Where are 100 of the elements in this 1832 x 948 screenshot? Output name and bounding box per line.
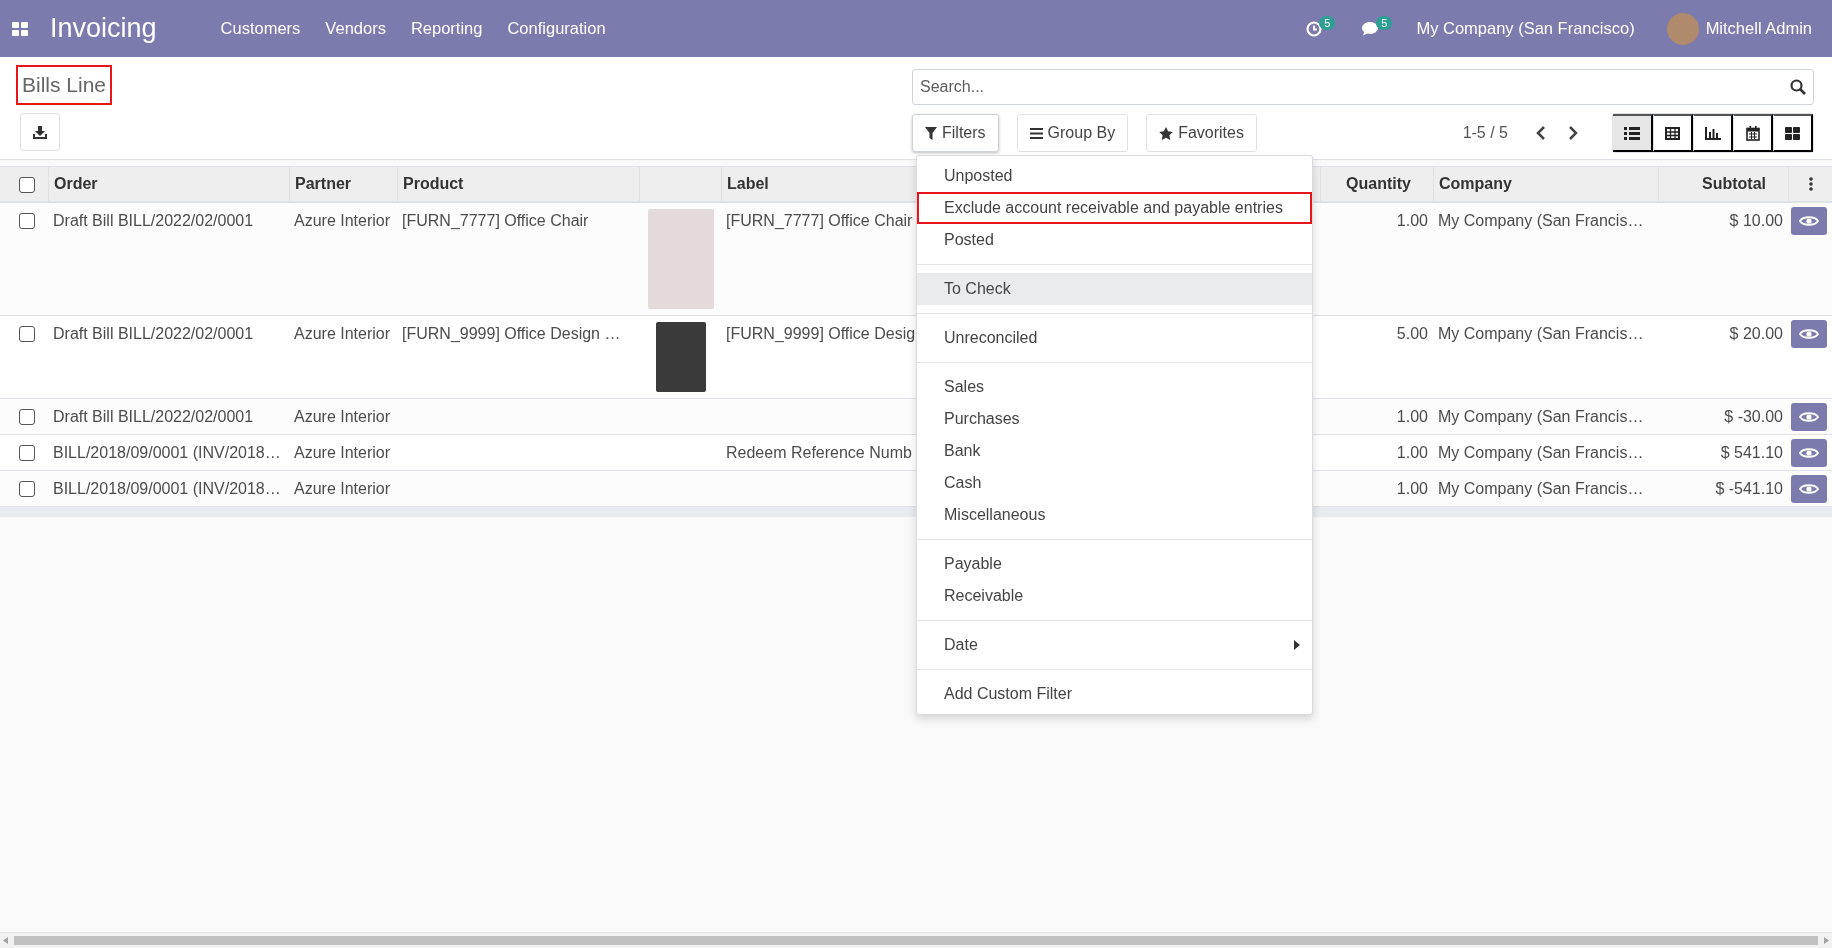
filters-button[interactable]: Filters bbox=[912, 114, 999, 152]
table-cell: Redeem Reference Numb bbox=[726, 444, 912, 461]
filter-option[interactable]: Cash bbox=[917, 467, 1312, 499]
group-by-button[interactable]: Group By bbox=[1016, 114, 1129, 152]
checkbox[interactable] bbox=[19, 481, 35, 497]
kanban-view-button[interactable] bbox=[1773, 114, 1813, 152]
table-cell: 1.00 bbox=[1396, 444, 1428, 461]
table-cell: Azure Interior bbox=[294, 325, 391, 342]
table-cell: My Company (San Francis… bbox=[1438, 212, 1644, 229]
view-button[interactable] bbox=[1791, 439, 1827, 467]
checkbox[interactable] bbox=[19, 176, 35, 193]
list-icon[interactable] bbox=[1624, 126, 1640, 140]
star-icon bbox=[1159, 126, 1174, 140]
activity-count-badge: 5 bbox=[1319, 15, 1336, 30]
company-switcher[interactable]: My Company (San Francisco) bbox=[1416, 19, 1635, 38]
chat-bubble-icon[interactable] bbox=[1361, 21, 1380, 36]
table-cell: $ 20.00 bbox=[1729, 325, 1783, 342]
table-cell: My Company (San Francis… bbox=[1438, 325, 1644, 342]
filter-option[interactable]: Bank bbox=[917, 435, 1312, 467]
table-cell: Draft Bill BILL/2022/02/0001 bbox=[53, 325, 254, 342]
previous-icon[interactable] bbox=[1536, 126, 1546, 140]
view-button[interactable] bbox=[1791, 320, 1827, 348]
column-header[interactable]: Company bbox=[1433, 167, 1658, 201]
calendar-icon[interactable] bbox=[1745, 125, 1760, 141]
eye-icon bbox=[1799, 447, 1819, 459]
eye-icon bbox=[1799, 411, 1819, 423]
checkbox[interactable] bbox=[19, 213, 35, 229]
filter-option[interactable]: Purchases bbox=[917, 403, 1312, 435]
message-count-badge: 5 bbox=[1376, 15, 1393, 30]
next-icon[interactable] bbox=[1568, 126, 1578, 140]
table-cell: [FURN_9999] Office Desig bbox=[726, 325, 916, 342]
table-cell: My Company (San Francis… bbox=[1438, 408, 1644, 425]
user-name[interactable]: Mitchell Admin bbox=[1705, 19, 1812, 38]
menu-item[interactable]: Customers bbox=[220, 19, 301, 38]
view-button[interactable] bbox=[1791, 207, 1827, 235]
table-icon[interactable] bbox=[1665, 126, 1680, 140]
filter-option[interactable]: Miscellaneous bbox=[917, 499, 1312, 531]
bars-icon bbox=[1029, 127, 1043, 139]
checkbox[interactable] bbox=[19, 326, 35, 342]
table-cell: $ 541.10 bbox=[1720, 444, 1783, 461]
list-view-button[interactable] bbox=[1613, 114, 1653, 152]
table-cell: 1.00 bbox=[1396, 480, 1428, 497]
app-title[interactable]: Invoicing bbox=[50, 13, 157, 44]
table-cell: Draft Bill BILL/2022/02/0001 bbox=[53, 408, 254, 425]
table-cell: [FURN_7777] Office Chair bbox=[402, 212, 589, 229]
view-button[interactable] bbox=[1791, 403, 1827, 431]
bar-chart-icon[interactable] bbox=[1704, 126, 1721, 140]
filter-option[interactable]: Receivable bbox=[917, 580, 1312, 612]
more-options-icon[interactable] bbox=[1808, 177, 1813, 191]
apps-grid-icon[interactable] bbox=[12, 21, 28, 36]
column-header[interactable]: Product bbox=[397, 167, 639, 201]
table-cell: My Company (San Francis… bbox=[1438, 480, 1644, 497]
favorites-button[interactable]: Favorites bbox=[1146, 114, 1257, 152]
menu-item[interactable]: Reporting bbox=[410, 19, 483, 38]
filter-option[interactable]: Posted bbox=[917, 224, 1312, 256]
pivot-view-button[interactable] bbox=[1653, 114, 1693, 152]
checkbox[interactable] bbox=[19, 409, 35, 425]
column-header[interactable]: Subtotal bbox=[1658, 167, 1788, 201]
eye-icon bbox=[1799, 215, 1819, 227]
table-cell: $ -541.10 bbox=[1715, 480, 1783, 497]
table-cell: Azure Interior bbox=[294, 444, 391, 461]
menu-item[interactable]: Configuration bbox=[507, 19, 606, 38]
column-header[interactable]: Order bbox=[48, 167, 289, 201]
table-cell: [FURN_7777] Office Chair bbox=[726, 212, 913, 229]
table-cell: BILL/2018/09/0001 (INV/2018… bbox=[53, 480, 281, 497]
column-header[interactable]: Partner bbox=[289, 167, 397, 201]
page-title: Bills Line bbox=[16, 65, 113, 105]
eye-icon bbox=[1799, 483, 1819, 495]
download-button[interactable] bbox=[20, 113, 60, 151]
checkbox[interactable] bbox=[19, 445, 35, 461]
filter-icon bbox=[925, 126, 937, 140]
search-field[interactable]: Search... bbox=[912, 69, 1814, 105]
table-cell: 1.00 bbox=[1396, 212, 1428, 229]
table-cell: Azure Interior bbox=[294, 212, 391, 229]
eye-icon bbox=[1799, 328, 1819, 340]
calendar-view-button[interactable] bbox=[1733, 114, 1773, 152]
pager-value[interactable]: 1-5 / 5 bbox=[1462, 124, 1508, 142]
grid-icon[interactable] bbox=[1785, 126, 1800, 140]
filter-option[interactable]: Date bbox=[917, 629, 1312, 661]
graph-view-button[interactable] bbox=[1693, 114, 1733, 152]
table-cell: $ 10.00 bbox=[1729, 212, 1783, 229]
view-button[interactable] bbox=[1791, 475, 1827, 503]
column-header[interactable]: Quantity bbox=[1320, 167, 1433, 201]
menu-item[interactable]: Vendors bbox=[325, 19, 386, 38]
search-icon bbox=[1790, 79, 1806, 95]
filter-option[interactable]: Add Custom Filter bbox=[917, 678, 1312, 710]
table-cell: My Company (San Francis… bbox=[1438, 444, 1644, 461]
table-cell: 1.00 bbox=[1396, 408, 1428, 425]
table-cell: BILL/2018/09/0001 (INV/2018… bbox=[53, 444, 281, 461]
filter-option[interactable]: To Check bbox=[917, 273, 1312, 305]
filter-option[interactable]: Unposted bbox=[917, 160, 1312, 192]
table-cell: [FURN_9999] Office Design … bbox=[402, 325, 621, 342]
clock-icon[interactable] bbox=[1306, 20, 1323, 37]
filter-option[interactable]: Unreconciled bbox=[917, 322, 1312, 354]
download-icon bbox=[33, 125, 47, 139]
filter-option[interactable]: Payable bbox=[917, 548, 1312, 580]
table-cell: 5.00 bbox=[1396, 325, 1428, 342]
filter-option[interactable]: Sales bbox=[917, 371, 1312, 403]
filter-option[interactable]: Exclude account receivable and payable entries bbox=[917, 192, 1312, 224]
table-cell: Azure Interior bbox=[294, 480, 391, 497]
